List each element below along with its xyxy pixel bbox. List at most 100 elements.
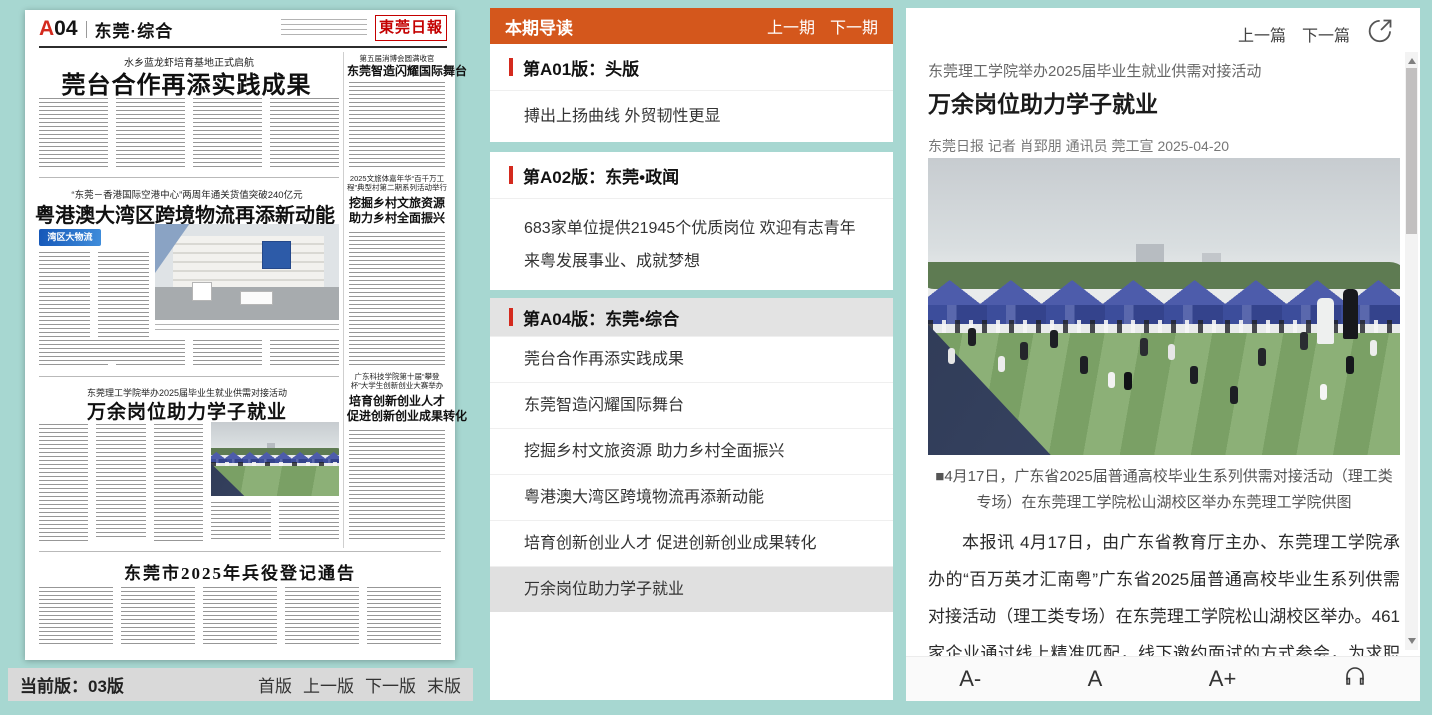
first-page-link[interactable]: 首版 — [258, 672, 292, 697]
job-fair-photo-thumbnail — [211, 422, 339, 496]
article-nav: 上一篇 下一篇 — [1238, 22, 1350, 46]
toc-article-link[interactable]: 莞台合作再添实践成果 — [490, 336, 893, 382]
toc-panel: 本期导读 上一期 下一期 第A01版：头版 搏出上扬曲线 外贸韧性更显 第A02… — [490, 8, 893, 700]
fake-text-column — [367, 587, 441, 647]
fake-text-column — [116, 340, 185, 367]
next-article-link[interactable]: 下一篇 — [1302, 22, 1350, 46]
article-byline: 东莞日报 记者 肖郅朋 通讯员 莞工宣 2025-04-20 — [928, 136, 1388, 156]
story2-badge: 湾区大物流 — [39, 229, 101, 246]
toc-article-link[interactable]: 挖掘乡村文旅资源 助力乡村全面振兴 — [490, 428, 893, 474]
external-link-icon[interactable] — [1366, 17, 1394, 45]
fake-text-column — [285, 587, 359, 645]
toc-section-label[interactable]: 第A01版：头版 — [490, 44, 893, 90]
fake-text-column — [154, 424, 203, 544]
fake-text-column — [270, 340, 339, 367]
scrollbar[interactable] — [1405, 52, 1418, 650]
listen-headphones-icon[interactable] — [1343, 664, 1367, 694]
toc-article-link[interactable]: 粤港澳大湾区跨境物流再添新动能 — [490, 474, 893, 520]
sidecol-kicker-1: 第五届消博会圆满收官 — [347, 54, 447, 63]
sidecol-body-placeholder — [349, 430, 445, 540]
photo-truck — [192, 282, 212, 301]
fake-text-column — [279, 502, 339, 540]
article-title: 万余岗位助力学子就业 — [928, 85, 1388, 119]
photo-person — [1343, 289, 1358, 339]
sidecol-headline-2-line2: 助力乡村全面振兴 — [347, 211, 447, 226]
story4-headline: 东莞市2025年兵役登记通告 — [39, 559, 441, 584]
red-bar-icon — [509, 58, 513, 76]
fake-text-column — [121, 587, 195, 645]
toc-article-link[interactable]: 搏出上扬曲线 外贸韧性更显 — [490, 90, 893, 142]
fake-text-column — [39, 587, 113, 647]
toc-section-label[interactable]: 第A04版：东莞•综合 — [490, 298, 893, 336]
sidecol-headline-3-line2: 促进创新创业成果转化 — [347, 409, 447, 424]
page-header: A04 东莞·综合 — [39, 16, 173, 42]
fake-text-column — [39, 424, 88, 544]
prev-article-link[interactable]: 上一篇 — [1238, 22, 1286, 46]
story-divider — [39, 551, 441, 552]
fake-text-column — [203, 587, 277, 647]
header-divider — [86, 21, 87, 38]
toc-article-link-active[interactable]: 万余岗位助力学子就业 — [490, 566, 893, 612]
page-navigation-bar: 当前版：03版 首版 上一版 下一版 末版 — [8, 668, 473, 701]
sidecol-headline-3-line1: 培育创新创业人才 — [347, 394, 447, 409]
fake-text-column — [193, 340, 262, 368]
sidecol-headline-2-line1: 挖掘乡村文旅资源 — [347, 196, 447, 211]
story-divider — [39, 177, 339, 178]
story4-body-placeholder — [39, 587, 441, 647]
toc-section-a02: 第A02版：东莞•政闻 683家单位提供21945个优质岗位 欢迎有志青年来粤发… — [490, 152, 893, 290]
scrollbar-thumb[interactable] — [1406, 68, 1417, 234]
fake-text-column — [39, 340, 108, 368]
photo-building — [173, 236, 324, 288]
masthead-meta-placeholder — [281, 19, 367, 38]
font-larger-button[interactable]: A+ — [1209, 666, 1237, 692]
photo-truck — [240, 291, 273, 305]
job-fair-photo — [928, 158, 1400, 455]
photo-person — [1317, 298, 1334, 344]
scroll-up-icon[interactable] — [1408, 58, 1416, 64]
fake-text-column — [270, 98, 339, 167]
article-panel: 上一篇 下一篇 东莞理工学院举办2025届毕业生就业供需对接活动 万余岗位助力学… — [906, 8, 1420, 700]
story3-body-placeholder — [211, 502, 339, 542]
scroll-down-icon[interactable] — [1408, 638, 1416, 644]
current-page-label: 当前版：03版 — [20, 672, 124, 697]
last-page-link[interactable]: 末版 — [427, 672, 461, 697]
toc-article-link[interactable]: 东莞智造闪耀国际舞台 — [490, 382, 893, 428]
prev-issue-link[interactable]: 上一期 — [767, 14, 815, 38]
font-smaller-button[interactable]: A- — [959, 666, 981, 692]
toc-section-a01: 第A01版：头版 搏出上扬曲线 外贸韧性更显 — [490, 44, 893, 142]
font-normal-button[interactable]: A — [1088, 666, 1103, 692]
page-number: 04 — [54, 17, 77, 41]
sidecol-body-placeholder — [349, 82, 445, 170]
prev-page-link[interactable]: 上一版 — [303, 672, 354, 697]
toc-header: 本期导读 上一期 下一期 — [490, 8, 893, 44]
header-rule — [39, 46, 447, 48]
story1-headline: 莞台合作再添实践成果 — [29, 65, 344, 100]
sidecol-headline-1: 东莞智造闪耀国际舞台 — [347, 64, 447, 79]
toc-section-label[interactable]: 第A02版：东莞•政闻 — [490, 152, 893, 198]
fake-text-column — [96, 424, 145, 539]
photo-caption: ■4月17日，广东省2025届普通高校毕业生系列供需对接活动（理工类专场）在东莞… — [928, 464, 1400, 516]
logistics-photo — [155, 224, 339, 320]
sidecol-kicker-3: 广东科技学院第十届“攀登杯”大学生创新创业大赛举办 — [347, 372, 447, 390]
story-divider — [39, 376, 339, 377]
toc-article-link[interactable]: 683家单位提供21945个优质岗位 欢迎有志青年来粤发展事业、成就梦想 — [490, 198, 893, 290]
story2-body-placeholder — [39, 340, 339, 368]
article-body: 本报讯 4月17日，由广东省教育厅主办、东莞理工学院承办的“百万英才汇南粤”广东… — [928, 524, 1400, 656]
column-divider — [343, 52, 344, 548]
red-bar-icon — [509, 166, 513, 184]
toc-article-link[interactable]: 培育创新创业人才 促进创新创业成果转化 — [490, 520, 893, 566]
fake-text-column — [211, 502, 271, 542]
toc-section-a04: 第A04版：东莞•综合 莞台合作再添实践成果 东莞智造闪耀国际舞台 挖掘乡村文旅… — [490, 298, 893, 700]
next-issue-link[interactable]: 下一期 — [830, 14, 878, 38]
sidecol-kicker-2: 2025文旅体嘉年华“百千万工程”典型村第二期系列活动举行 — [347, 174, 447, 192]
story2-photo-caption-placeholder — [155, 324, 339, 334]
story3-body-placeholder — [39, 424, 203, 544]
newspaper-page-preview[interactable]: A04 东莞·综合 東莞日報 水乡蓝龙虾培育基地正式启航 莞台合作再添实践成果 … — [25, 10, 455, 660]
fake-text-column — [193, 98, 262, 170]
toc-title: 本期导读 — [505, 14, 573, 39]
page-section-title: 东莞·综合 — [95, 17, 174, 42]
next-page-link[interactable]: 下一版 — [365, 672, 416, 697]
reader-toolbar: A- A A+ — [906, 656, 1420, 701]
fake-text-column — [116, 98, 185, 167]
article-kicker: 东莞理工学院举办2025届毕业生就业供需对接活动 — [928, 60, 1388, 81]
